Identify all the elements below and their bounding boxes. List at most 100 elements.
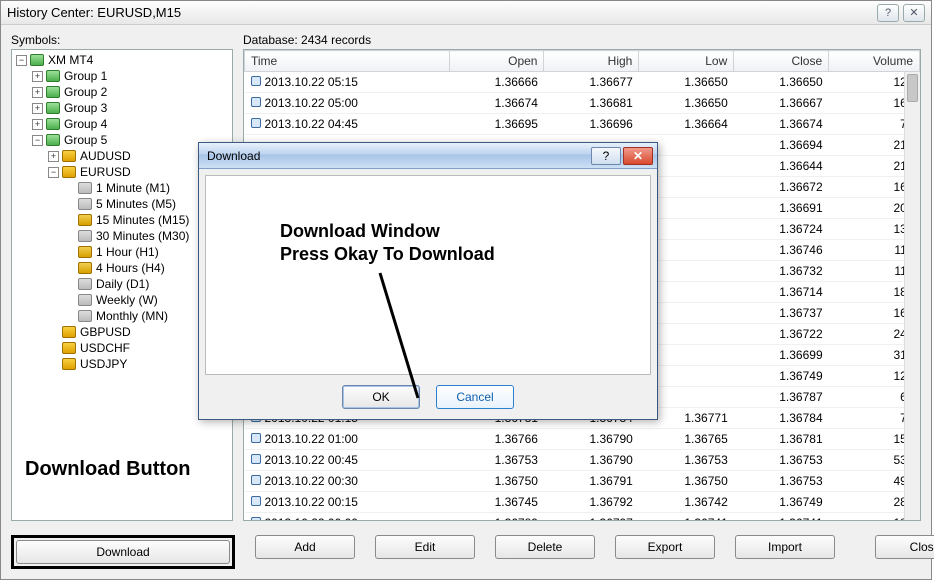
table-cell: 2013.10.22 00:30 [245, 471, 450, 492]
table-row[interactable]: 2013.10.22 05:151.366661.366771.366501.3… [245, 72, 920, 93]
column-header[interactable]: Open [449, 51, 544, 72]
tree-item-label: Group 5 [64, 133, 107, 147]
gold-icon [78, 246, 92, 258]
cancel-button[interactable]: Cancel [436, 385, 514, 409]
collapse-icon[interactable]: − [16, 55, 27, 66]
delete-button[interactable]: Delete [495, 535, 595, 559]
db-g-icon [46, 102, 60, 114]
tree-item[interactable]: + Group 4 [32, 116, 232, 132]
tree-item-label: Weekly (W) [96, 293, 158, 307]
annotation-arrow [370, 268, 430, 408]
record-icon [251, 76, 261, 86]
record-icon [251, 118, 261, 128]
column-header[interactable]: Close [734, 51, 829, 72]
collapse-icon[interactable]: − [48, 167, 59, 178]
help-button[interactable]: ? [877, 4, 899, 22]
grey-icon [78, 198, 92, 210]
db-g-icon [46, 118, 60, 130]
record-icon [251, 433, 261, 443]
table-cell: 1.36737 [734, 303, 829, 324]
column-header[interactable]: Volume [829, 51, 920, 72]
table-cell: 1.36672 [734, 177, 829, 198]
tree-item-label: USDJPY [80, 357, 127, 371]
dialog-title: Download [207, 149, 589, 163]
table-cell: 1.36694 [734, 135, 829, 156]
table-cell: 2013.10.22 05:00 [245, 93, 450, 114]
expand-icon[interactable]: + [48, 151, 59, 162]
dialog-close-button[interactable]: ✕ [623, 147, 653, 165]
tree-item[interactable]: +Group 1 [32, 68, 232, 84]
expand-icon[interactable]: + [32, 119, 43, 130]
tree-item-label: 30 Minutes (M30) [96, 229, 189, 243]
tree-item-label: Group 4 [64, 117, 107, 131]
grey-icon [78, 278, 92, 290]
footer-toolbar: Download Add Edit Delete Export Import C… [1, 527, 931, 579]
edit-button[interactable]: Edit [375, 535, 475, 559]
table-cell: 1.36695 [449, 114, 544, 135]
expand-icon[interactable]: + [32, 87, 43, 98]
table-row[interactable]: 2013.10.22 00:451.367531.367901.367531.3… [245, 450, 920, 471]
download-button[interactable]: Download [16, 540, 230, 564]
column-header[interactable]: Time [245, 51, 450, 72]
export-button[interactable]: Export [615, 535, 715, 559]
table-cell: 1.36650 [639, 72, 734, 93]
tree-item-label: XM MT4 [48, 53, 93, 67]
column-header[interactable]: Low [639, 51, 734, 72]
record-icon [251, 496, 261, 506]
table-cell: 2013.10.22 04:45 [245, 114, 450, 135]
table-cell: 1.36674 [449, 93, 544, 114]
table-cell: 1.36666 [449, 72, 544, 93]
record-icon [251, 517, 261, 521]
tree-item-label: AUDUSD [80, 149, 131, 163]
table-row[interactable]: 2013.10.22 00:151.367451.367921.367421.3… [245, 492, 920, 513]
collapse-icon[interactable]: − [32, 135, 43, 146]
dialog-help-button[interactable]: ? [591, 147, 621, 165]
table-row[interactable]: 2013.10.22 05:001.366741.366811.366501.3… [245, 93, 920, 114]
table-cell: 1.36699 [734, 345, 829, 366]
table-cell: 1.36742 [639, 492, 734, 513]
scrollbar-thumb[interactable] [907, 74, 918, 102]
table-row[interactable]: 2013.10.22 04:451.366951.366961.366641.3… [245, 114, 920, 135]
grey-icon [78, 294, 92, 306]
record-icon [251, 97, 261, 107]
window-title: History Center: EURUSD,M15 [7, 5, 873, 20]
table-cell: 1.36792 [544, 492, 639, 513]
table-row[interactable]: 2013.10.22 01:001.367661.367901.367651.3… [245, 429, 920, 450]
expand-icon[interactable]: + [32, 71, 43, 82]
table-cell: 2013.10.22 05:15 [245, 72, 450, 93]
column-header[interactable]: High [544, 51, 639, 72]
expand-icon[interactable]: + [32, 103, 43, 114]
close-window-button[interactable]: ✕ [903, 4, 925, 22]
scrollbar[interactable] [904, 72, 920, 520]
symbols-label: Symbols: [11, 33, 233, 47]
tree-item[interactable]: +Group 2 [32, 84, 232, 100]
tree-item-label: 1 Minute (M1) [96, 181, 170, 195]
table-cell: 1.36749 [734, 492, 829, 513]
tree-item-label: 5 Minutes (M5) [96, 197, 176, 211]
tree-item[interactable]: +Group 3 [32, 100, 232, 116]
table-cell: 1.36766 [449, 429, 544, 450]
table-cell: 1.36741 [639, 513, 734, 522]
import-button[interactable]: Import [735, 535, 835, 559]
close-button[interactable]: Close [875, 535, 934, 559]
table-cell: 1.36784 [734, 408, 829, 429]
table-cell: 1.36781 [734, 429, 829, 450]
gold-icon [78, 214, 92, 226]
table-row[interactable]: 2013.10.22 00:301.367501.367911.367501.3… [245, 471, 920, 492]
table-cell: 1.36696 [544, 114, 639, 135]
table-row[interactable]: 2013.10.22 00:001.367891.367971.367411.3… [245, 513, 920, 522]
table-cell: 1.36753 [449, 450, 544, 471]
dialog-titlebar: Download ? ✕ [199, 143, 657, 169]
table-cell: 1.36790 [544, 429, 639, 450]
grey-icon [78, 310, 92, 322]
table-cell: 1.36797 [544, 513, 639, 522]
table-cell: 2013.10.22 01:00 [245, 429, 450, 450]
table-cell: 1.36732 [734, 261, 829, 282]
table-cell: 1.36790 [544, 450, 639, 471]
add-button[interactable]: Add [255, 535, 355, 559]
table-cell: 1.36724 [734, 219, 829, 240]
table-cell: 1.36746 [734, 240, 829, 261]
tree-item[interactable]: − XM MT4 [16, 52, 232, 68]
db-g-icon [46, 134, 60, 146]
table-cell: 1.36691 [734, 198, 829, 219]
